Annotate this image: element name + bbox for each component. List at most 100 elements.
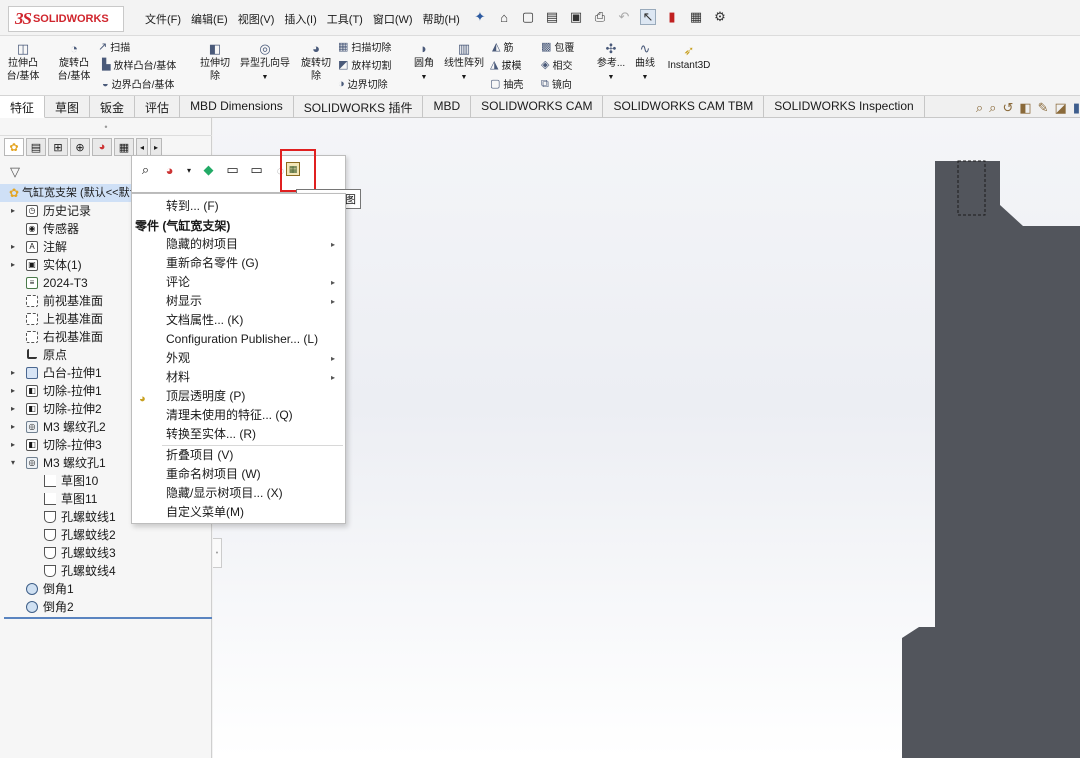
lofted-cut-button[interactable]: ◩ 放样切割 [338,57,391,73]
pin-icon[interactable]: ✦ [472,9,488,25]
menu-item-collapse-items[interactable]: 折叠项目 (V) [132,446,345,465]
open-icon[interactable]: ▤ [544,9,560,25]
rename-icon[interactable]: ▭ [249,162,264,178]
sweep-button[interactable]: ↗ 扫描 [98,39,130,55]
revolve-cut-button[interactable]: ◕ 旋转切 除 [298,42,334,83]
menu-item-goto[interactable]: 转到... (F) [132,197,345,216]
file-properties-icon[interactable]: ▦ [688,9,704,25]
expand-arrow-icon[interactable]: ▸ [11,202,15,220]
reference-geometry-button[interactable]: ✣ 参考... ▼ [594,42,628,84]
menu-help[interactable]: 帮助(H) [418,11,465,27]
rollback-bar[interactable] [4,617,212,619]
select-icon[interactable]: ↖ [640,9,656,25]
expand-arrow-icon[interactable]: ▸ [11,238,15,256]
new-document-icon[interactable]: ▢ [520,9,536,25]
expand-arrow-icon[interactable]: ▸ [11,382,15,400]
previous-view-icon[interactable]: ↺ [1002,100,1013,116]
rib-button[interactable]: ◭ 筋 [492,39,513,55]
tree-item-chamfer2[interactable]: 倒角2 [0,598,212,616]
options-gear-icon[interactable]: ⚙ [712,9,728,25]
menu-item-clean-up-unused-features[interactable]: 清理未使用的特征... (Q) [132,406,345,425]
menu-item-hidden-tree-items[interactable]: 隐藏的树项目 ▸ [132,235,345,254]
appearance-dropdown-icon[interactable]: ▾ [186,162,192,178]
part-body[interactable] [902,161,1080,758]
boundary-cut-button[interactable]: ◑ 边界切除 [338,76,388,92]
tree-item-cosmetic-thread3[interactable]: 孔螺蚊线3 [0,544,212,562]
expand-arrow-icon[interactable]: ▸ [11,418,15,436]
panel-split-handle[interactable]: • [0,118,212,136]
tab-sheet-metal[interactable]: 钣金 [90,96,136,118]
home-icon[interactable]: ⌂ [496,9,512,25]
menu-item-convert-to-solid[interactable]: 转换至实体... (R) [132,425,345,444]
menu-view[interactable]: 视图(V) [233,11,280,27]
mirror-button[interactable]: ⧉ 镜向 [541,76,572,92]
tab-evaluate[interactable]: 评估 [135,96,181,118]
cam-tab-icon[interactable]: ▦ [114,138,134,156]
menu-item-appearance[interactable]: 外观 ▸ [132,349,345,368]
menu-item-customize-menu[interactable]: 自定义菜单(M) [132,503,345,522]
fillet-button[interactable]: ◗ 圆角 ▼ [410,42,438,84]
expand-arrow-icon[interactable]: ▸ [11,256,15,274]
display-style-icon[interactable]: ▮ [1073,100,1080,116]
loft-boss-button[interactable]: ▙ 放样凸台/基体 [102,57,176,73]
shell-button[interactable]: ▢ 抽壳 [490,76,523,92]
menu-item-material[interactable]: 材料 ▸ [132,368,345,387]
extrude-boss-button[interactable]: ◫ 拉伸凸 台/基体 [6,42,40,83]
view-orientation-icon[interactable]: ◪ [1055,100,1067,116]
curves-dropdown-icon[interactable]: ▼ [642,74,649,81]
expand-arrow-icon[interactable]: ▸ [11,436,15,454]
intersect-button[interactable]: ◈ 相交 [541,57,572,73]
tab-sketch[interactable]: 草图 [45,96,91,118]
solidworks-logo[interactable]: 3S SOLIDWORKS [8,6,124,32]
tab-solidworks-cam[interactable]: SOLIDWORKS CAM [471,96,604,118]
tree-item-chamfer1[interactable]: 倒角1 [0,580,212,598]
appearance-icon[interactable]: ◕ [162,162,177,178]
curves-button[interactable]: ∿ 曲线 ▼ [630,42,660,84]
linear-pattern-button[interactable]: ▥ 线性阵列 ▼ [440,42,488,84]
reference-dropdown-icon[interactable]: ▼ [608,74,615,81]
print-icon[interactable]: ⎙ [592,9,608,25]
expand-arrow-icon[interactable]: ▸ [11,364,15,382]
comments-icon[interactable]: ▭ [225,162,240,178]
menu-tools[interactable]: 工具(T) [322,11,368,27]
menu-window[interactable]: 窗口(W) [368,11,418,27]
tab-mbd-dimensions[interactable]: MBD Dimensions [180,96,294,118]
tab-solidworks-inspection[interactable]: SOLIDWORKS Inspection [764,96,925,118]
zoom-to-area-icon[interactable]: ⌕ [989,100,996,116]
tab-scroll-right-icon[interactable]: ▸ [150,138,162,156]
menu-item-rename-part[interactable]: 重新命名零件 (G) [132,254,345,273]
menu-item-tree-display[interactable]: 树显示 ▸ [132,292,345,311]
property-manager-tab-icon[interactable]: ▤ [26,138,46,156]
linear-pattern-dropdown-icon[interactable]: ▼ [461,74,468,81]
rebuild-icon[interactable]: ▮ [664,9,680,25]
menu-edit[interactable]: 编辑(E) [186,11,233,27]
tab-solidworks-addins[interactable]: SOLIDWORKS 插件 [294,96,424,118]
fillet-dropdown-icon[interactable]: ▼ [421,74,428,81]
section-view-icon[interactable]: ◧ [1019,100,1031,116]
save-icon[interactable]: ▣ [568,9,584,25]
display-manager-tab-icon[interactable]: ◕ [92,138,112,156]
tree-item-cosmetic-thread4[interactable]: 孔螺蚊线4 [0,562,212,580]
feature-manager-tab-icon[interactable]: ✿ [4,138,24,156]
menu-file[interactable]: 文件(F) [140,11,186,27]
filter-icon[interactable]: ▽ [10,164,20,180]
zoom-to-selection-icon[interactable]: ⌕ [138,162,153,178]
open-drawing-icon[interactable]: ▦ [286,162,300,176]
menu-item-configuration-publisher[interactable]: Configuration Publisher... (L) [132,330,345,349]
hole-wizard-dropdown-icon[interactable]: ▼ [262,74,269,81]
wrap-button[interactable]: ▩ 包覆 [541,39,574,55]
edit-appearance-icon[interactable]: ◆ [201,162,216,178]
extrude-cut-button[interactable]: ◧ 拉伸切 除 [196,42,234,83]
boundary-boss-button[interactable]: ◒ 边界凸台/基体 [102,76,174,92]
instant3d-button[interactable]: ➶ Instant3D [664,44,714,72]
expand-arrow-icon[interactable]: ▸ [11,400,15,418]
swept-cut-button[interactable]: ▦ 扫描切除 [338,39,391,55]
zoom-to-fit-icon[interactable]: ⌕ [976,100,983,116]
menu-item-comments[interactable]: 评论 ▸ [132,273,345,292]
dynamic-annotation-icon[interactable]: ✎ [1038,100,1049,116]
menu-item-document-properties[interactable]: 文档属性... (K) [132,311,345,330]
tree-item-cosmetic-thread2[interactable]: 孔螺蚊线2 [0,526,212,544]
menu-item-rename-tree-items[interactable]: 重命名树项目 (W) [132,465,345,484]
collapse-arrow-icon[interactable]: ▾ [11,454,15,472]
tab-scroll-left-icon[interactable]: ◂ [136,138,148,156]
